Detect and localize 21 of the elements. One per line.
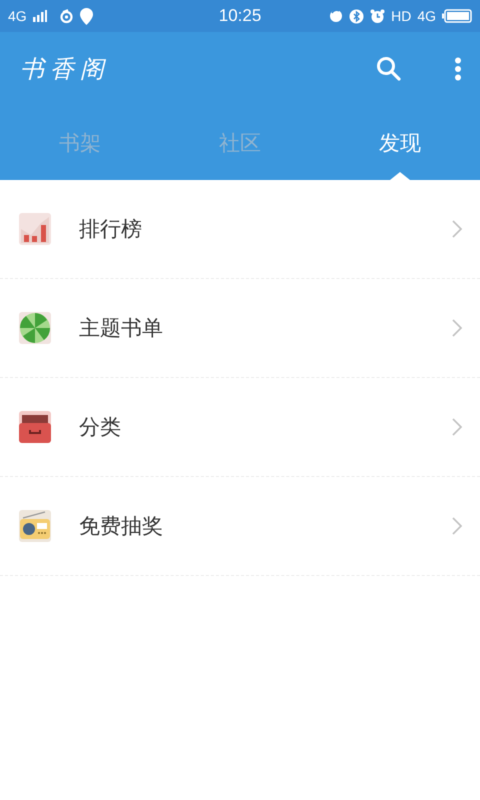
hd-label: HD [391, 8, 412, 24]
network-label: 4G [417, 8, 436, 24]
chevron-right-icon [452, 220, 462, 238]
more-menu-button[interactable] [454, 56, 462, 80]
candy-icon [19, 312, 51, 344]
bar-chart-icon [19, 213, 51, 245]
bluetooth-icon [349, 8, 364, 24]
drawer-icon [19, 411, 51, 443]
radio-icon [19, 510, 51, 542]
alarm-icon [370, 8, 386, 24]
swirl-icon [58, 8, 74, 24]
chevron-right-icon [452, 319, 462, 337]
search-button[interactable] [376, 56, 402, 82]
network-label: 4G [8, 8, 27, 24]
app-title: 书香阁 [20, 54, 111, 84]
signal-icon [32, 10, 47, 22]
chevron-right-icon [452, 418, 462, 436]
battery-icon [442, 9, 472, 23]
location-pin-icon [80, 8, 93, 24]
clock-time: 10:25 [218, 6, 262, 26]
chevron-right-icon [452, 517, 462, 535]
